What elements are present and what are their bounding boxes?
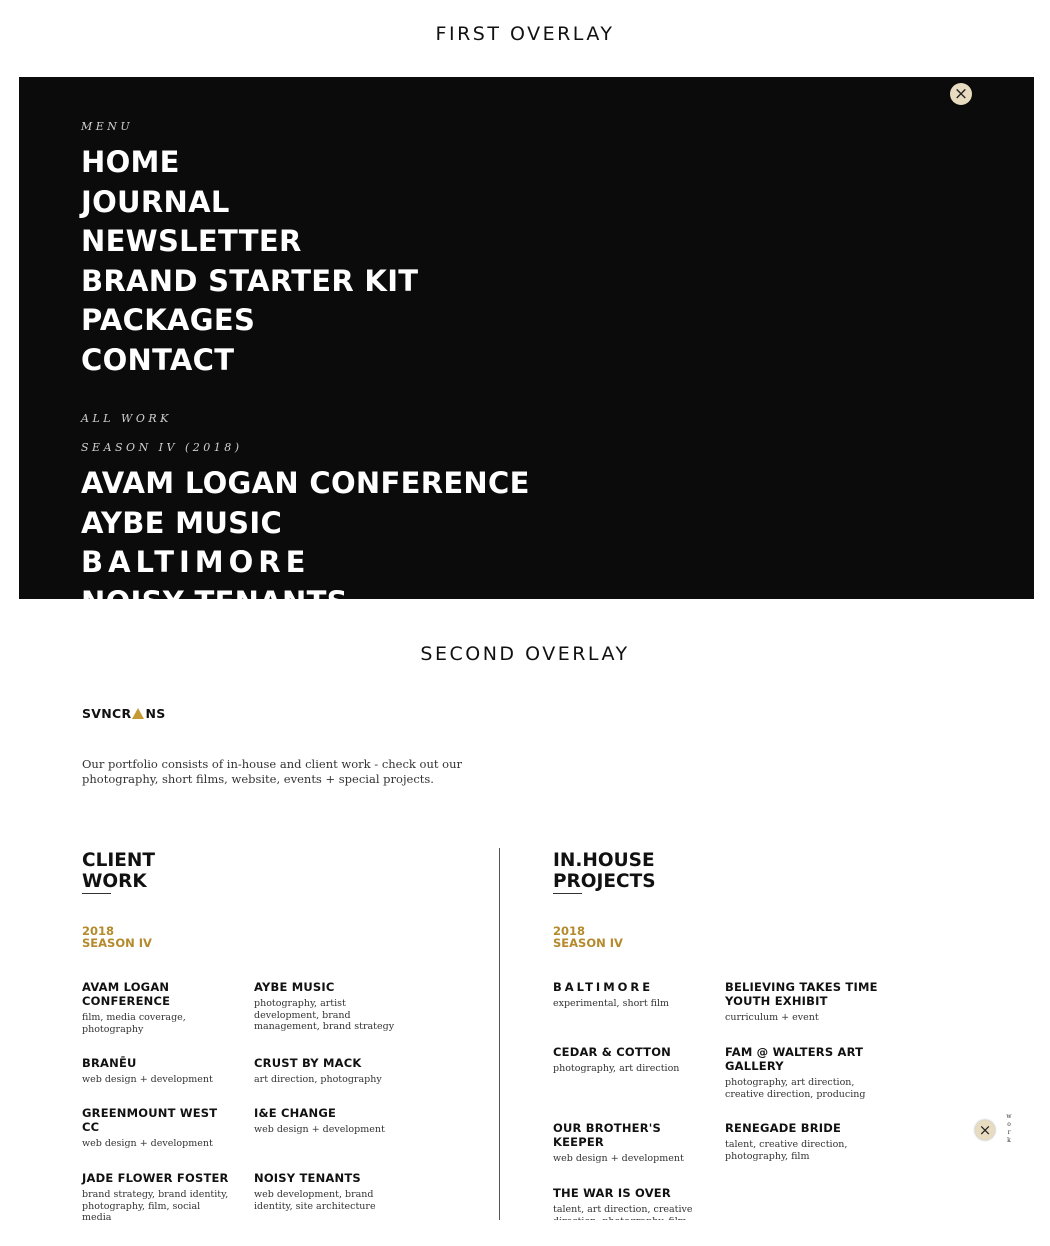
project-the-war-is-over[interactable]: THE WAR IS OVER talent, art direction, c… — [553, 1186, 703, 1220]
project-fam-walters[interactable]: FAM @ WALTERS ART GALLERY photography, a… — [725, 1045, 880, 1100]
portfolio-overlay: SVNCR NS Our portfolio consists of in-hou… — [19, 680, 1034, 1220]
project-crust-by-mack[interactable]: CRUST BY MACK art direction, photography — [254, 1056, 404, 1086]
menu-item-home[interactable]: HOME — [81, 143, 418, 183]
project-ie-change[interactable]: I&E CHANGE web design + development — [254, 1106, 404, 1136]
season-label: SEASON IV (2018) — [81, 441, 243, 454]
heading-rule — [82, 893, 111, 894]
intro-text: Our portfolio consists of in-house and c… — [82, 757, 462, 786]
menu-item-journal[interactable]: JOURNAL — [81, 183, 418, 223]
inhouse-season-label: 2018 SEASON IV — [553, 924, 623, 950]
project-renegade-bride[interactable]: RENEGADE BRIDE talent, creative directio… — [725, 1121, 875, 1162]
work-item-baltimore[interactable]: BALTIMORE — [81, 543, 530, 583]
inhouse-projects-heading: IN.HOUSE PROJECTS — [553, 850, 656, 892]
client-work-heading: CLIENT WORK — [82, 850, 155, 892]
first-overlay-heading: FIRST OVERLAY — [435, 23, 615, 45]
project-our-brothers-keeper[interactable]: OUR BROTHER'S KEEPER web design + develo… — [553, 1121, 703, 1165]
heading-rule — [553, 893, 582, 894]
main-menu: HOME JOURNAL NEWSLETTER BRAND STARTER KI… — [81, 143, 418, 380]
project-jade-flower-foster[interactable]: JADE FLOWER FOSTER brand strategy, brand… — [82, 1171, 232, 1220]
work-item-aybe-music[interactable]: AYBE MUSIC — [81, 504, 530, 544]
work-menu: AVAM LOGAN CONFERENCE AYBE MUSIC BALTIMO… — [81, 464, 530, 599]
project-believing-takes-time[interactable]: BELIEVING TAKES TIME YOUTH EXHIBIT curri… — [725, 980, 880, 1024]
project-aybe-music[interactable]: AYBE MUSIC photography, artist developme… — [254, 980, 404, 1033]
menu-item-packages[interactable]: PACKAGES — [81, 301, 418, 341]
project-avam-logan[interactable]: AVAM LOGAN CONFERENCE film, media covera… — [82, 980, 232, 1035]
second-overlay-heading: SECOND OVERLAY — [420, 643, 630, 665]
menu-item-newsletter[interactable]: NEWSLETTER — [81, 222, 418, 262]
project-baltimore[interactable]: BALTIMORE experimental, short film — [553, 980, 703, 1010]
work-side-label[interactable]: w o r k — [1006, 1113, 1012, 1145]
work-item-noisy-tenants[interactable]: NOISY TENANTS — [81, 583, 530, 600]
menu-label: MENU — [81, 120, 134, 133]
project-greenmount-west[interactable]: GREENMOUNT WEST CC web design + developm… — [82, 1106, 232, 1150]
menu-item-contact[interactable]: CONTACT — [81, 341, 418, 381]
project-braneu[interactable]: BRANĒU web design + development — [82, 1056, 232, 1086]
column-divider — [499, 848, 500, 1220]
all-work-label[interactable]: ALL WORK — [81, 412, 172, 425]
work-item-avam-logan[interactable]: AVAM LOGAN CONFERENCE — [81, 464, 530, 504]
menu-item-brand-starter-kit[interactable]: BRAND STARTER KIT — [81, 262, 418, 302]
close-icon[interactable]: × — [975, 1120, 995, 1140]
project-noisy-tenants[interactable]: NOISY TENANTS web development, brand ide… — [254, 1171, 404, 1212]
logo-triangle-icon — [132, 708, 145, 719]
project-cedar-cotton[interactable]: CEDAR & COTTON photography, art directio… — [553, 1045, 703, 1075]
brand-logo[interactable]: SVNCR NS — [82, 706, 166, 721]
client-season-label: 2018 SEASON IV — [82, 924, 152, 950]
menu-overlay: × MENU HOME JOURNAL NEWSLETTER BRAND STA… — [19, 77, 1034, 599]
close-icon[interactable]: × — [950, 83, 972, 105]
